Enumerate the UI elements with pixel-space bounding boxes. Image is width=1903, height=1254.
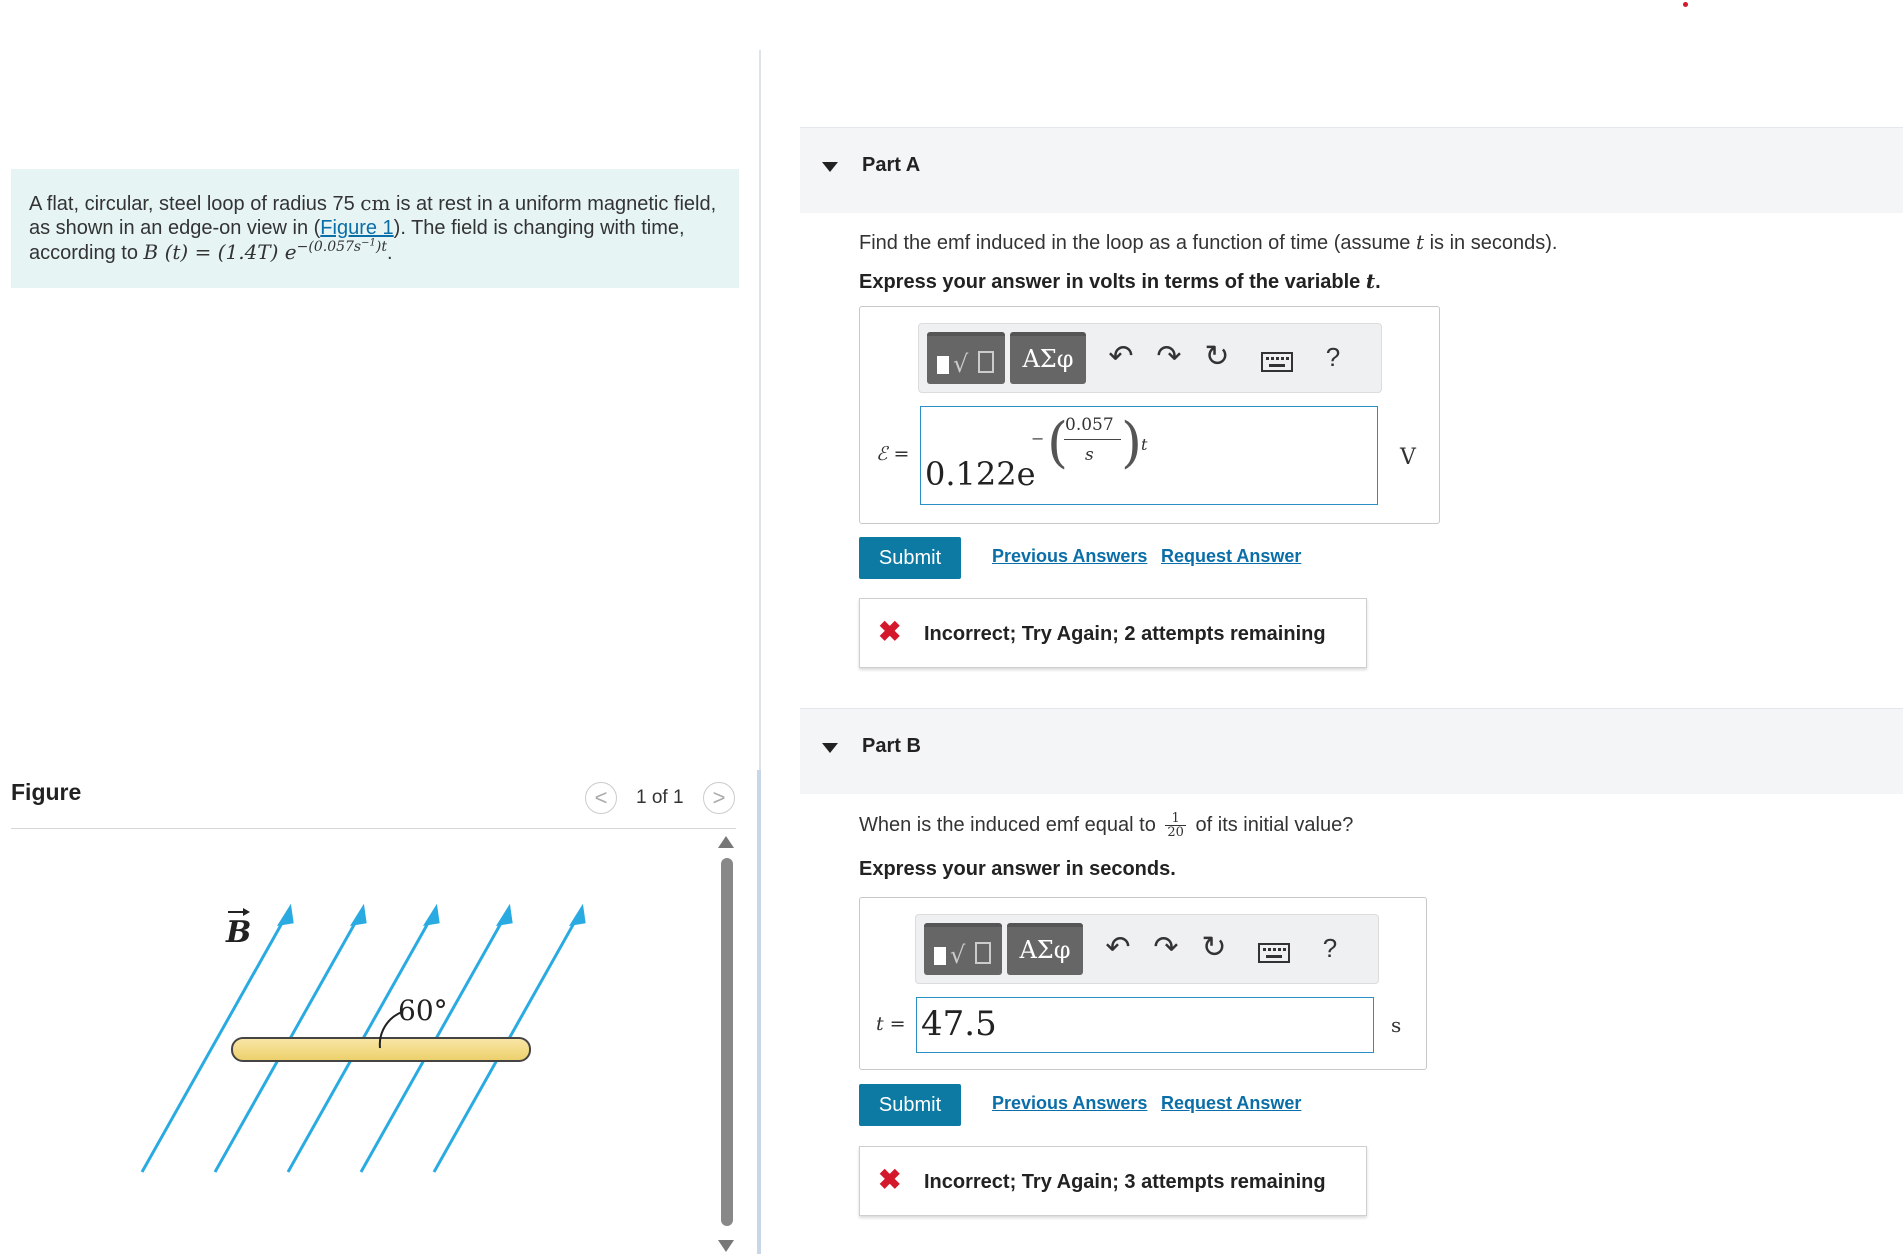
part-a-feedback: ✖ Incorrect; Try Again; 2 attempts remai…: [859, 598, 1367, 668]
greek-symbols-button[interactable]: ΑΣφ: [1010, 332, 1086, 384]
qb-text-1: When is the induced emf equal to: [859, 813, 1162, 836]
answer-exp-num: 0.057: [1065, 415, 1114, 435]
figure-link[interactable]: Figure 1: [320, 217, 393, 239]
formula-exp-sup: −1: [361, 237, 376, 249]
part-a-question: Find the emf induced in the loop as a fu…: [859, 230, 1557, 255]
incorrect-icon: ✖: [878, 1164, 902, 1195]
figure-title: Figure: [11, 779, 82, 805]
part-a-instructions: Express your answer in volts in terms of…: [859, 269, 1381, 294]
answer-exp-den: s: [1085, 445, 1094, 465]
fraction-bar: [1064, 439, 1121, 440]
ia-text-1: Express your answer in volts in terms of…: [859, 271, 1366, 293]
help-icon[interactable]: ?: [1315, 342, 1351, 372]
qa-text-2: is in seconds).: [1424, 232, 1558, 254]
keyboard-glyph: [1258, 943, 1290, 963]
frac-den: 20: [1167, 825, 1184, 840]
part-a-feedback-text: Incorrect; Try Again; 2 attempts remaini…: [924, 623, 1326, 645]
greek-symbols-button[interactable]: ΑΣφ: [1007, 923, 1083, 975]
part-a-toolbar: √ ΑΣφ ↶ ↷ ↻ ?: [918, 323, 1382, 393]
incorrect-icon: ✖: [878, 616, 902, 647]
notification-dot: [1683, 2, 1688, 7]
part-b-instructions: Express your answer in seconds.: [859, 858, 1176, 880]
ia-text-2: .: [1375, 271, 1381, 293]
part-b-question: When is the induced emf equal to 1 20 of …: [859, 812, 1353, 839]
qa-var: t: [1415, 230, 1425, 254]
undo-icon[interactable]: ↶: [1100, 933, 1136, 963]
problem-text-1: A flat, circular, steel loop of radius 7…: [29, 193, 361, 215]
angle-label: 60°: [398, 994, 448, 1027]
part-b-eq-label: t =: [876, 1013, 906, 1035]
part-a-request-answer-link[interactable]: Request Answer: [1161, 546, 1301, 567]
collapse-caret-icon[interactable]: [822, 743, 838, 753]
part-b-answer-value: 47.5: [921, 1004, 997, 1044]
qa-text-1: Find the emf induced in the loop as a fu…: [859, 232, 1416, 254]
templates-icon: √: [937, 350, 994, 378]
figure-prev-button[interactable]: <: [585, 782, 617, 814]
steel-loop: [231, 1037, 531, 1062]
redo-icon[interactable]: ↷: [1151, 342, 1187, 372]
svg-text:√: √: [953, 350, 969, 378]
figure-next-button[interactable]: >: [703, 782, 735, 814]
problem-period: .: [386, 242, 393, 264]
qb-text-2: of its initial value?: [1189, 813, 1354, 836]
part-b-submit-button[interactable]: Submit: [859, 1084, 961, 1126]
problem-unit: cm: [360, 191, 391, 215]
part-b-answer-box: √ ΑΣφ ↶ ↷ ↻ ? t = 47.5 s: [859, 897, 1427, 1070]
part-b-answer-input[interactable]: 47.5: [916, 997, 1374, 1053]
frac-num: 1: [1165, 812, 1186, 826]
fraction-one-twentieth: 1 20: [1165, 812, 1186, 839]
formula-exp: −(0.057s: [296, 239, 362, 256]
part-a-answer-input[interactable]: 0.122e − ( 0.057 s ) t: [920, 406, 1378, 505]
part-b-header[interactable]: Part B: [800, 708, 1903, 794]
templates-button[interactable]: √: [927, 332, 1005, 384]
reset-icon[interactable]: ↻: [1199, 342, 1235, 372]
part-a-unit: V: [1400, 445, 1416, 470]
answer-exp-t: t: [1141, 435, 1148, 454]
part-a-submit-button[interactable]: Submit: [859, 537, 961, 579]
part-a-previous-answers-link[interactable]: Previous Answers: [992, 546, 1147, 567]
part-a-eq-label: ℰ =: [876, 443, 910, 465]
panel-divider-active[interactable]: [757, 770, 761, 1254]
formula-exponent: −(0.057s−1)t: [296, 237, 387, 256]
keyboard-glyph: [1261, 352, 1293, 372]
help-icon[interactable]: ?: [1312, 933, 1348, 963]
scroll-down-arrow[interactable]: [718, 1240, 734, 1252]
figure-count: 1 of 1: [636, 787, 684, 808]
part-a-header[interactable]: Part A: [800, 127, 1903, 213]
figure-scrollbar[interactable]: [721, 858, 733, 1226]
answer-exp-minus: −: [1031, 429, 1045, 448]
part-b-unit: s: [1391, 1013, 1402, 1037]
redo-icon[interactable]: ↷: [1148, 933, 1184, 963]
templates-icon: √: [934, 941, 991, 969]
part-a-label: Part A: [862, 154, 921, 176]
figure-divider: [11, 828, 736, 829]
problem-statement: A flat, circular, steel loop of radius 7…: [11, 169, 739, 288]
answer-coeff: 0.122e: [925, 455, 1036, 493]
keyboard-icon[interactable]: [1256, 939, 1292, 969]
part-b-previous-answers-link[interactable]: Previous Answers: [992, 1093, 1147, 1114]
part-b-toolbar: √ ΑΣφ ↶ ↷ ↻ ?: [915, 914, 1379, 984]
field-label: B: [225, 915, 251, 950]
keyboard-icon[interactable]: [1259, 348, 1295, 378]
part-b-request-answer-link[interactable]: Request Answer: [1161, 1093, 1301, 1114]
part-b-feedback: ✖ Incorrect; Try Again; 3 attempts remai…: [859, 1146, 1367, 1216]
templates-button[interactable]: √: [924, 923, 1002, 975]
part-a-answer-box: √ ΑΣφ ↶ ↷ ↻ ? ℰ = 0.122e − ( 0.057 s ) t…: [859, 306, 1440, 524]
reset-icon[interactable]: ↻: [1196, 933, 1232, 963]
figure-image: 60° B: [140, 903, 586, 1173]
formula-exp-end: )t: [375, 239, 387, 256]
svg-text:√: √: [950, 941, 966, 969]
scroll-up-arrow[interactable]: [718, 836, 734, 848]
part-b-label: Part B: [862, 735, 921, 757]
undo-icon[interactable]: ↶: [1103, 342, 1139, 372]
ia-var: t: [1365, 269, 1376, 293]
formula-lhs: B (t) = (1.4T) e: [143, 240, 297, 264]
collapse-caret-icon[interactable]: [822, 162, 838, 172]
part-b-feedback-text: Incorrect; Try Again; 3 attempts remaini…: [924, 1171, 1326, 1193]
problem-formula: B (t) = (1.4T) e−(0.057s−1)t: [143, 237, 387, 264]
paren-right: ): [1121, 411, 1143, 474]
